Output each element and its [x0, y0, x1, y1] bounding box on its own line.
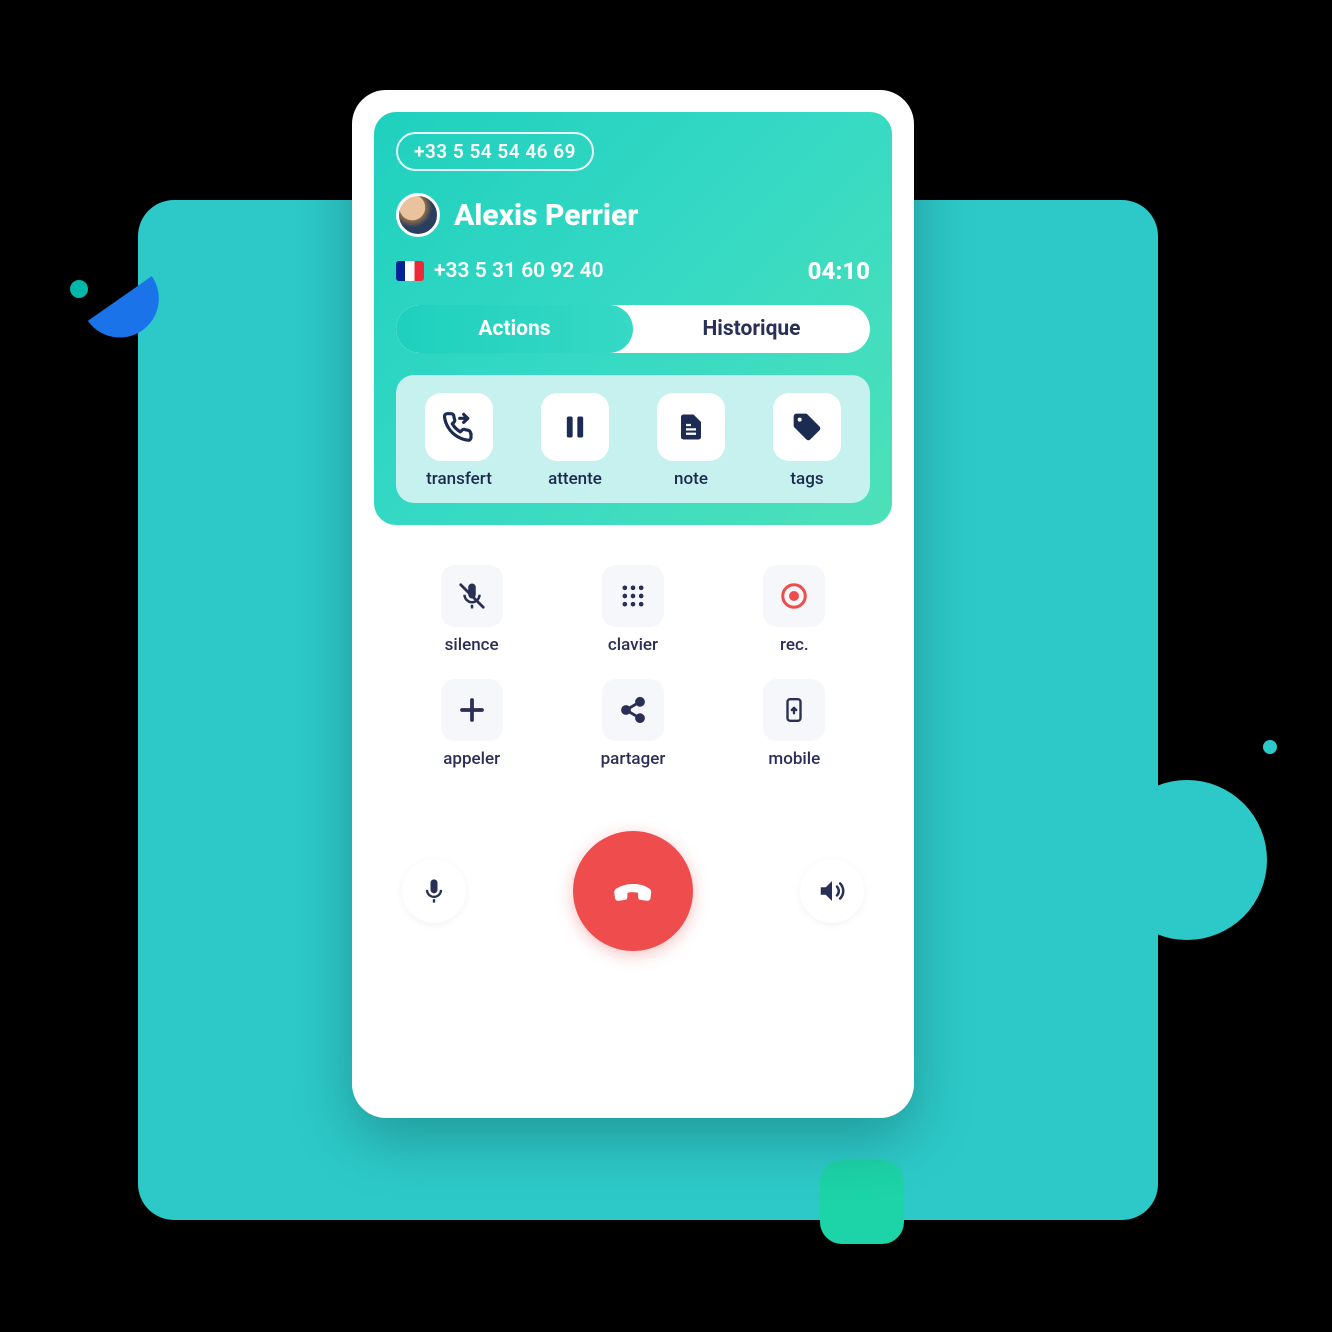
- action-hold: attente: [524, 393, 626, 489]
- tags-label: tags: [790, 469, 823, 489]
- hold-button[interactable]: [541, 393, 609, 461]
- tab-actions[interactable]: Actions: [396, 305, 633, 353]
- tab-history[interactable]: Historique: [633, 305, 870, 353]
- note-label: note: [674, 469, 708, 489]
- mic-off-icon: [457, 581, 487, 611]
- mobile-icon: [781, 697, 807, 723]
- caller-row: Alexis Perrier: [396, 193, 870, 237]
- control-mute: silence: [400, 565, 543, 655]
- plus-icon: [457, 695, 487, 725]
- mute-button[interactable]: [441, 565, 503, 627]
- speaker-icon: [817, 876, 847, 906]
- share-button[interactable]: [602, 679, 664, 741]
- mobile-label: mobile: [768, 749, 820, 769]
- pause-icon: [561, 413, 589, 441]
- caller-name: Alexis Perrier: [454, 198, 638, 233]
- transfer-icon: [443, 411, 475, 443]
- control-share: partager: [561, 679, 704, 769]
- mobile-button[interactable]: [763, 679, 825, 741]
- transfer-label: transfert: [426, 469, 492, 489]
- caller-phone-row: +33 5 31 60 92 40 04:10: [396, 257, 870, 285]
- record-icon: [779, 581, 809, 611]
- action-tags: tags: [756, 393, 858, 489]
- hold-label: attente: [548, 469, 602, 489]
- decorative-circle: [1107, 780, 1267, 940]
- action-transfer: transfert: [408, 393, 510, 489]
- mic-button[interactable]: [402, 859, 466, 923]
- call-timer: 04:10: [808, 257, 870, 285]
- tabs: Actions Historique: [396, 305, 870, 353]
- control-keypad: clavier: [561, 565, 704, 655]
- decorative-dot: [70, 280, 88, 298]
- keypad-label: clavier: [608, 635, 658, 655]
- caller-number: +33 5 31 60 92 40: [434, 259, 604, 283]
- control-record: rec.: [723, 565, 866, 655]
- speaker-button[interactable]: [800, 859, 864, 923]
- france-flag-icon: [396, 261, 424, 281]
- hangup-button[interactable]: [573, 831, 693, 951]
- decorative-dot: [1263, 740, 1277, 754]
- bottom-controls: [374, 831, 892, 951]
- decorative-rounded-square: [820, 1160, 904, 1244]
- control-mobile: mobile: [723, 679, 866, 769]
- share-label: partager: [601, 749, 666, 769]
- call-label: appeler: [443, 749, 500, 769]
- note-icon: [676, 412, 706, 442]
- call-header-card: +33 5 54 54 46 69 Alexis Perrier +33 5 3…: [374, 112, 892, 525]
- controls-card: silence clavier rec.: [374, 543, 892, 791]
- hangup-icon: [605, 863, 661, 919]
- caller-phone: +33 5 31 60 92 40: [396, 259, 604, 283]
- share-icon: [619, 696, 647, 724]
- caller-avatar[interactable]: [396, 193, 440, 237]
- mute-label: silence: [445, 635, 499, 655]
- control-call: appeler: [400, 679, 543, 769]
- transfer-button[interactable]: [425, 393, 493, 461]
- actions-row: transfert attente note: [396, 375, 870, 503]
- note-button[interactable]: [657, 393, 725, 461]
- mic-icon: [420, 877, 448, 905]
- keypad-button[interactable]: [602, 565, 664, 627]
- phone-frame: +33 5 54 54 46 69 Alexis Perrier +33 5 3…: [352, 90, 914, 1118]
- action-note: note: [640, 393, 742, 489]
- tags-button[interactable]: [773, 393, 841, 461]
- keypad-icon: [619, 582, 647, 610]
- add-call-button[interactable]: [441, 679, 503, 741]
- record-button[interactable]: [763, 565, 825, 627]
- tag-icon: [791, 411, 823, 443]
- own-number-chip[interactable]: +33 5 54 54 46 69: [396, 132, 594, 171]
- record-label: rec.: [780, 635, 809, 655]
